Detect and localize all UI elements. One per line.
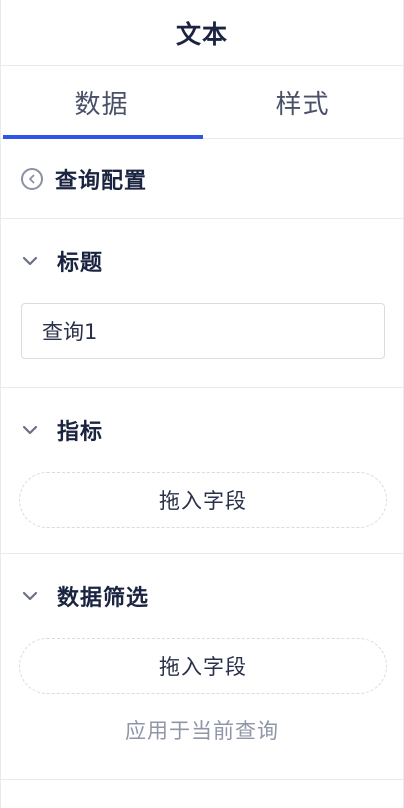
filter-section-header[interactable]: 数据筛选 xyxy=(19,554,385,638)
filter-drop-zone[interactable]: 拖入字段 xyxy=(19,638,387,694)
tab-style[interactable]: 样式 xyxy=(202,66,403,138)
metric-section-header[interactable]: 指标 xyxy=(19,388,385,472)
back-circle-icon[interactable] xyxy=(21,167,43,190)
active-tab-indicator xyxy=(3,135,203,139)
tab-bar: 数据 样式 xyxy=(1,66,403,139)
metric-section: 指标 拖入字段 xyxy=(1,388,403,554)
apply-to-current-query-link[interactable]: 应用于当前查询 xyxy=(19,694,385,766)
chevron-down-icon[interactable] xyxy=(21,252,39,270)
filter-section-label: 数据筛选 xyxy=(57,586,150,611)
tab-data[interactable]: 数据 xyxy=(1,66,202,138)
chevron-down-icon[interactable] xyxy=(21,587,39,605)
title-input[interactable] xyxy=(21,303,385,359)
title-section-label: 标题 xyxy=(57,251,104,276)
chevron-down-icon[interactable] xyxy=(21,421,39,439)
query-config-back-button[interactable]: 查询配置 xyxy=(1,139,403,219)
metric-drop-zone[interactable]: 拖入字段 xyxy=(19,472,387,528)
panel-header: 文本 xyxy=(1,0,403,66)
title-section: 标题 xyxy=(1,219,403,388)
property-panel: 文本 数据 样式 查询配置 标题 查询1 指标 拖入字段 数据筛选 拖入字段 应… xyxy=(0,0,404,808)
panel-title: 文本 xyxy=(175,19,228,49)
title-section-header[interactable]: 标题 xyxy=(19,219,385,303)
metric-section-label: 指标 xyxy=(57,420,104,445)
filter-section: 数据筛选 拖入字段 应用于当前查询 xyxy=(1,554,403,780)
query-config-label: 查询配置 xyxy=(55,168,148,194)
